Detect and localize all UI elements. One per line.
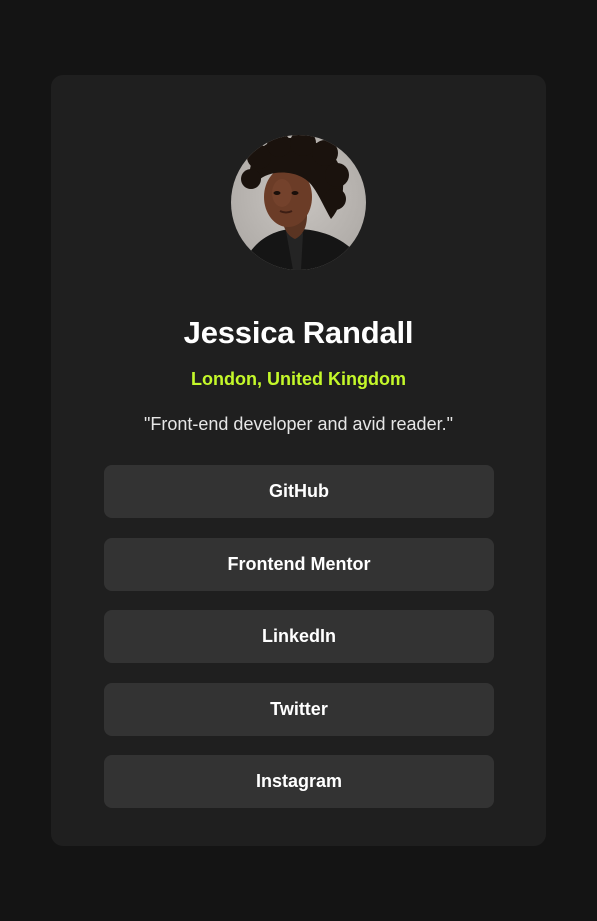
linkedin-link-button[interactable]: LinkedIn bbox=[104, 610, 494, 663]
social-links: GitHub Frontend Mentor LinkedIn Twitter … bbox=[104, 465, 494, 808]
frontend-mentor-link-button[interactable]: Frontend Mentor bbox=[104, 537, 494, 591]
twitter-link-button[interactable]: Twitter bbox=[104, 682, 494, 736]
instagram-link-button[interactable]: Instagram bbox=[104, 755, 494, 808]
profile-name: Jessica Randall bbox=[183, 315, 414, 350]
profile-location: London, United Kingdom bbox=[191, 369, 406, 389]
profile-bio: "Front-end developer and avid reader." bbox=[144, 414, 453, 434]
avatar-photo-icon bbox=[231, 135, 366, 270]
github-link-button[interactable]: GitHub bbox=[104, 465, 494, 518]
avatar bbox=[231, 135, 366, 270]
profile-card: Jessica Randall London, United Kingdom "… bbox=[51, 75, 546, 846]
